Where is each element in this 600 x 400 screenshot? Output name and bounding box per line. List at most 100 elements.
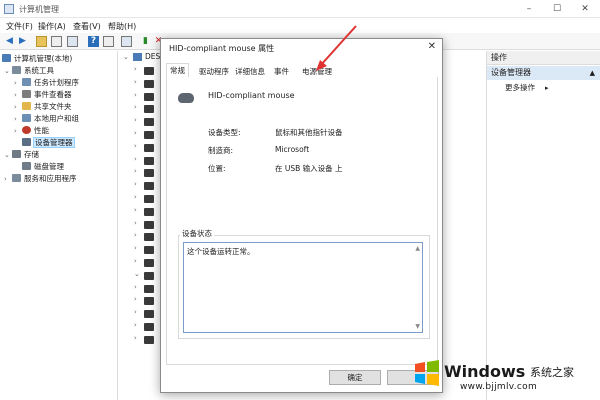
chevron-right-icon[interactable]: ›: [134, 142, 137, 150]
more-actions-item[interactable]: 更多操作 ▸: [505, 82, 549, 94]
actions-section-device-manager[interactable]: 设备管理器 ▲: [487, 66, 600, 80]
tree-item-disk-management[interactable]: 磁盘管理: [22, 161, 64, 173]
device-category-icon: [144, 156, 154, 165]
chevron-right-icon[interactable]: ›: [134, 78, 137, 86]
device-category-row[interactable]: ›: [124, 321, 154, 333]
chevron-right-icon[interactable]: ›: [134, 103, 137, 111]
chevron-down-icon[interactable]: ⌄: [4, 65, 12, 77]
device-category-icon: [144, 143, 154, 152]
close-button[interactable]: ✕: [574, 0, 596, 18]
tree-item-performance[interactable]: › 性能: [14, 125, 49, 137]
maximize-button[interactable]: ☐: [546, 0, 568, 18]
device-category-row[interactable]: ›: [124, 91, 154, 103]
tree-item-services-applications[interactable]: › 服务和应用程序: [4, 173, 77, 185]
properties-icon[interactable]: [67, 36, 78, 47]
menu-action[interactable]: 操作(A): [38, 21, 66, 32]
back-arrow-icon[interactable]: ◀: [4, 36, 15, 47]
chevron-right-icon[interactable]: ›: [4, 173, 12, 185]
chevron-right-icon[interactable]: ›: [134, 206, 137, 214]
chevron-right-icon[interactable]: ›: [134, 129, 137, 137]
chevron-right-icon[interactable]: ›: [14, 101, 22, 113]
chevron-right-icon[interactable]: ›: [134, 308, 137, 316]
chevron-right-icon[interactable]: ›: [134, 334, 137, 342]
device-category-row[interactable]: ›: [124, 116, 154, 128]
device-category-row[interactable]: ›: [124, 103, 154, 115]
chevron-right-icon[interactable]: ›: [134, 295, 137, 303]
forward-arrow-icon[interactable]: ▶: [17, 36, 28, 47]
tree-item-computer-management[interactable]: 计算机管理(本地): [2, 53, 72, 65]
chevron-right-icon[interactable]: ›: [134, 65, 137, 73]
device-category-row[interactable]: ›: [124, 155, 154, 167]
device-category-row[interactable]: ›: [124, 308, 154, 320]
actions-section-label: 设备管理器: [491, 68, 531, 77]
chevron-right-icon[interactable]: ›: [134, 116, 137, 124]
device-category-row[interactable]: ›: [124, 295, 154, 307]
dialog-close-icon[interactable]: ✕: [428, 41, 436, 52]
chevron-right-icon[interactable]: ›: [134, 244, 137, 252]
device-category-row[interactable]: ›: [124, 231, 154, 243]
chevron-right-icon[interactable]: ›: [134, 167, 137, 175]
device-status-textbox[interactable]: 这个设备运转正常。 ▲ ▼: [183, 242, 423, 333]
device-category-row[interactable]: ›: [124, 206, 154, 218]
actions-header: 操作: [487, 51, 600, 65]
device-category-row[interactable]: ›: [124, 283, 154, 295]
tree-item-storage[interactable]: ⌄ 存储: [4, 149, 39, 161]
device-category-row[interactable]: ›: [124, 167, 154, 179]
device-root-chevron-icon[interactable]: ⌄: [123, 53, 129, 61]
device-category-row[interactable]: ›: [124, 180, 154, 192]
scan-hardware-icon[interactable]: ▮: [140, 36, 151, 47]
computer-icon: [2, 54, 11, 62]
device-category-row[interactable]: ›: [124, 142, 154, 154]
device-category-icon: [144, 207, 154, 216]
device-category-row[interactable]: ⌄: [124, 270, 154, 282]
chevron-right-icon[interactable]: ›: [134, 91, 137, 99]
device-root-label[interactable]: DES: [145, 52, 160, 61]
device-category-row[interactable]: ›: [124, 244, 154, 256]
tab-general[interactable]: 常规: [166, 63, 189, 78]
tree-item-local-users-groups[interactable]: › 本地用户和组: [14, 113, 79, 125]
chevron-right-icon[interactable]: ›: [134, 219, 137, 227]
chevron-right-icon[interactable]: ›: [14, 77, 22, 89]
action-pane-icon[interactable]: [103, 36, 114, 47]
tree-item-shared-folders[interactable]: › 共享文件夹: [14, 101, 72, 113]
device-category-icon: [144, 79, 154, 88]
tree-item-system-tools[interactable]: ⌄ 系统工具: [4, 65, 54, 77]
menu-file[interactable]: 文件(F): [6, 21, 33, 32]
chevron-up-icon[interactable]: ▲: [590, 66, 595, 80]
chevron-right-icon[interactable]: ›: [134, 231, 137, 239]
ok-button[interactable]: 确定: [329, 370, 381, 385]
show-hide-tree-icon[interactable]: [51, 36, 62, 47]
location-label: 位置:: [208, 164, 226, 173]
chevron-right-icon[interactable]: ›: [14, 89, 22, 101]
chevron-right-icon[interactable]: ⌄: [134, 270, 140, 278]
chevron-right-icon[interactable]: ›: [134, 321, 137, 329]
chevron-right-icon[interactable]: ›: [134, 283, 137, 291]
scroll-down-icon[interactable]: ▼: [415, 323, 420, 330]
tree-item-event-viewer[interactable]: › 事件查看器: [14, 89, 72, 101]
help-icon[interactable]: ?: [88, 36, 99, 47]
menu-help[interactable]: 帮助(H): [108, 21, 136, 32]
device-category-row[interactable]: ›: [124, 257, 154, 269]
chevron-right-icon[interactable]: ›: [134, 155, 137, 163]
device-category-row[interactable]: ›: [124, 65, 154, 77]
monitor-icon[interactable]: [121, 36, 132, 47]
device-category-row[interactable]: ›: [124, 219, 154, 231]
chevron-right-icon[interactable]: ›: [14, 113, 22, 125]
chevron-right-icon[interactable]: ›: [14, 125, 22, 137]
scroll-up-icon[interactable]: ▲: [415, 245, 420, 252]
device-category-row[interactable]: ›: [124, 193, 154, 205]
device-category-row[interactable]: ›: [124, 334, 154, 346]
tree-item-device-manager[interactable]: 设备管理器: [22, 137, 75, 149]
up-folder-icon[interactable]: [36, 36, 47, 47]
chevron-right-icon[interactable]: ›: [134, 257, 137, 265]
chevron-right-icon[interactable]: ›: [134, 193, 137, 201]
device-category-row[interactable]: ›: [124, 78, 154, 90]
watermark-brand-cn: 系统之家: [530, 366, 574, 379]
chevron-right-icon[interactable]: ›: [134, 180, 137, 188]
menu-view[interactable]: 查看(V): [73, 21, 101, 32]
chevron-down-icon[interactable]: ⌄: [4, 149, 12, 161]
minimize-button[interactable]: –: [518, 0, 540, 18]
watermark-brand: Windows: [444, 362, 526, 381]
tree-item-task-scheduler[interactable]: › 任务计划程序: [14, 77, 79, 89]
device-category-row[interactable]: ›: [124, 129, 154, 141]
